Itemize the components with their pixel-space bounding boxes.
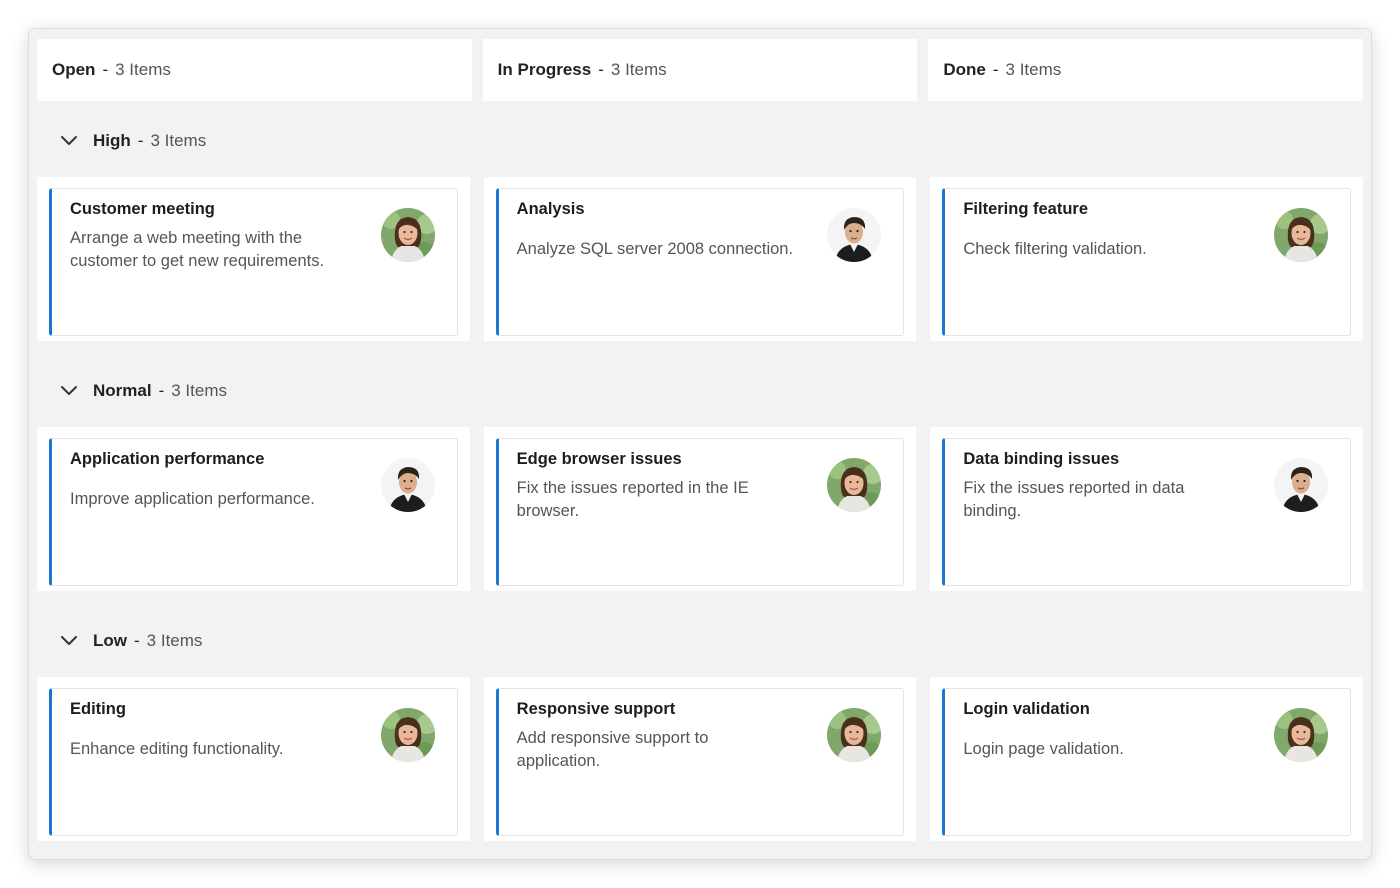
card-description: Check filtering validation. — [963, 240, 1147, 258]
kanban-card[interactable]: Data binding issues Fix the issues repor… — [942, 438, 1352, 586]
column-header-in-progress[interactable]: In Progress - 3 Items — [482, 39, 918, 101]
card-description: Improve application performance. — [70, 490, 315, 508]
card-title: Edge browser issues — [516, 450, 682, 468]
kanban-card[interactable]: Application performance Improve applicat… — [49, 438, 458, 586]
card-description: Fix the issues reported in data binding. — [963, 479, 1185, 520]
kanban-card[interactable]: Responsive support Add responsive suppor… — [495, 688, 905, 836]
swimlane-separator: - — [134, 631, 140, 650]
lane-cell-in-progress: Edge browser issues Fix the issues repor… — [483, 427, 917, 591]
avatar — [827, 458, 881, 512]
avatar — [1274, 458, 1328, 512]
avatar — [827, 208, 881, 262]
column-item-count: 3 Items — [1005, 60, 1062, 79]
card-description: Enhance editing functionality. — [70, 740, 284, 758]
column-header-open[interactable]: Open - 3 Items — [37, 39, 472, 101]
card-description: Analyze SQL server 2008 connection. — [516, 240, 794, 258]
swimlane-low: Low - 3 Items Editing Enhance editing fu… — [37, 613, 1364, 841]
kanban-card[interactable]: Editing Enhance editing functionality. — [49, 688, 458, 836]
chevron-down-icon[interactable] — [59, 131, 79, 151]
card-title: Responsive support — [516, 700, 676, 718]
lane-cell-open: Editing Enhance editing functionality. — [37, 677, 470, 841]
swimlane-item-count: 3 Items — [146, 631, 203, 650]
column-header-done[interactable]: Done - 3 Items — [928, 39, 1364, 101]
swimlane-item-count: 3 Items — [150, 131, 207, 150]
column-item-count: 3 Items — [115, 60, 171, 79]
swimlane-title: High — [93, 131, 131, 150]
chevron-down-icon[interactable] — [59, 381, 79, 401]
card-title: Login validation — [963, 700, 1090, 718]
swimlane-normal: Normal - 3 Items Application performance… — [37, 363, 1364, 591]
kanban-card[interactable]: Filtering feature Check filtering valida… — [942, 188, 1352, 336]
card-title: Data binding issues — [963, 450, 1120, 468]
swimlane-cells: Customer meeting Arrange a web meeting w… — [37, 177, 1364, 341]
swimlane-header[interactable]: Low - 3 Items — [37, 613, 1363, 669]
column-title: Open — [52, 60, 96, 79]
column-item-count: 3 Items — [610, 60, 667, 79]
kanban-card[interactable]: Login validation Login page validation. — [942, 688, 1352, 836]
kanban-board: Open - 3 Items In Progress - 3 Items Don… — [28, 28, 1372, 860]
card-description: Login page validation. — [963, 740, 1124, 758]
swimlane-high: High - 3 Items Customer meeting Arrange … — [37, 113, 1364, 341]
avatar — [381, 708, 435, 762]
kanban-card[interactable]: Customer meeting Arrange a web meeting w… — [49, 188, 458, 336]
swimlane-separator: - — [137, 131, 144, 150]
lane-cell-in-progress: Analysis Analyze SQL server 2008 connect… — [483, 177, 917, 341]
card-title: Editing — [70, 700, 126, 718]
swimlane-cells: Application performance Improve applicat… — [37, 427, 1364, 591]
swimlane-header[interactable]: High - 3 Items — [37, 113, 1363, 169]
avatar — [827, 708, 881, 762]
card-description: Add responsive support to application. — [516, 729, 709, 770]
lane-cell-in-progress: Responsive support Add responsive suppor… — [483, 677, 917, 841]
card-title: Analysis — [516, 200, 585, 218]
lane-cell-open: Customer meeting Arrange a web meeting w… — [37, 177, 470, 341]
lane-cell-open: Application performance Improve applicat… — [37, 427, 470, 591]
kanban-card[interactable]: Analysis Analyze SQL server 2008 connect… — [495, 188, 905, 336]
lane-cell-done: Login validation Login page validation. — [930, 677, 1364, 841]
swimlane-title: Normal — [93, 381, 152, 400]
swimlane-header[interactable]: Normal - 3 Items — [37, 363, 1363, 419]
column-separator: - — [992, 60, 999, 79]
kanban-card[interactable]: Edge browser issues Fix the issues repor… — [495, 438, 905, 586]
column-headers: Open - 3 Items In Progress - 3 Items Don… — [37, 39, 1364, 101]
column-separator: - — [102, 60, 109, 79]
card-description: Fix the issues reported in the IE browse… — [516, 479, 749, 520]
card-title: Customer meeting — [70, 200, 215, 218]
column-title: Done — [943, 60, 986, 79]
lane-cell-done: Data binding issues Fix the issues repor… — [930, 427, 1364, 591]
card-title: Application performance — [70, 450, 265, 468]
lane-cell-done: Filtering feature Check filtering valida… — [930, 177, 1364, 341]
column-title: In Progress — [497, 60, 592, 79]
column-separator: - — [598, 60, 604, 79]
chevron-down-icon[interactable] — [59, 631, 79, 651]
avatar — [1274, 208, 1328, 262]
swimlane-item-count: 3 Items — [171, 381, 227, 400]
card-title: Filtering feature — [963, 200, 1089, 218]
avatar — [1274, 708, 1328, 762]
swimlane-cells: Editing Enhance editing functionality. R… — [37, 677, 1364, 841]
swimlane-title: Low — [93, 631, 127, 650]
swimlane-separator: - — [158, 381, 165, 400]
card-description: Arrange a web meeting with the customer … — [70, 229, 325, 270]
avatar — [381, 208, 435, 262]
avatar — [381, 458, 435, 512]
